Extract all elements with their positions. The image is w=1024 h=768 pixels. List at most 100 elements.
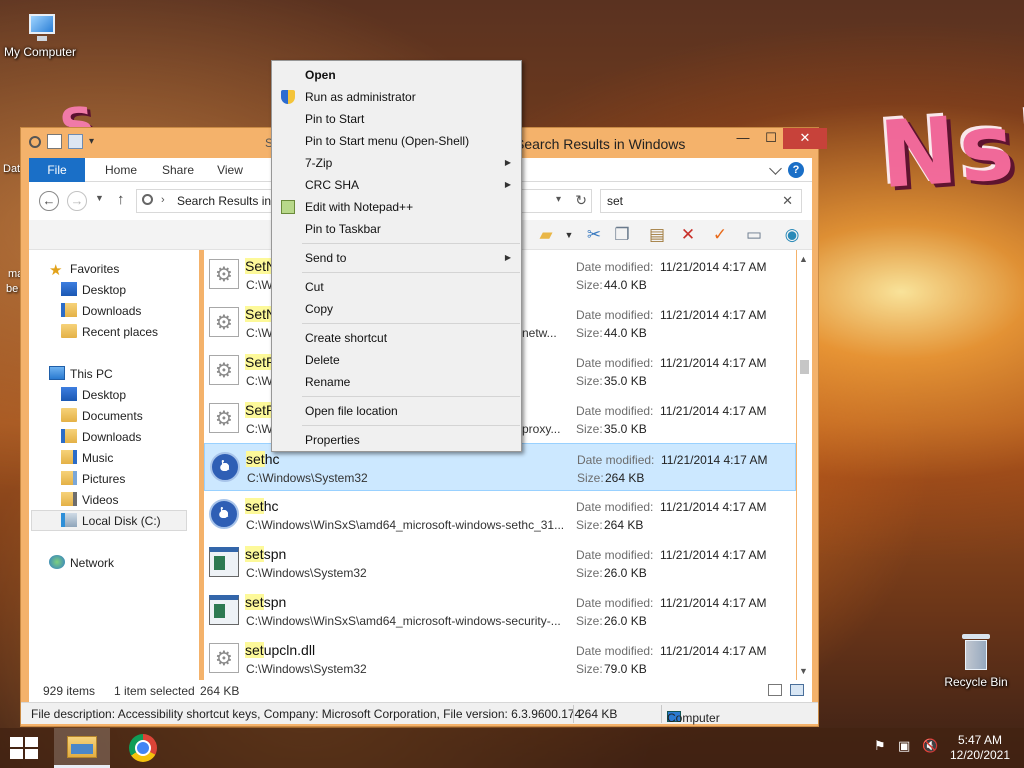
nav-item-documents[interactable]: Documents	[61, 406, 143, 427]
taskbar-chrome[interactable]	[115, 728, 171, 768]
minimize-button[interactable]: —	[729, 128, 757, 149]
tab-file[interactable]: File	[29, 158, 85, 182]
downloads-icon	[61, 303, 77, 317]
nav-favorites[interactable]: ★ Favorites	[49, 259, 119, 280]
size-label: Size:	[576, 326, 603, 340]
nav-this-pc[interactable]: This PC	[49, 364, 113, 385]
nav-item-videos[interactable]: Videos	[61, 490, 118, 511]
menu-item-edit-with-notepad[interactable]: Edit with Notepad++	[274, 196, 519, 218]
cut-icon[interactable]: ✂	[584, 225, 604, 245]
folder-icon[interactable]: ▰	[536, 225, 556, 245]
nav-item-music[interactable]: Music	[61, 448, 113, 469]
context-menu: Open Run as administrator Pin to Start Pin …	[271, 60, 522, 452]
nav-item-local-disk[interactable]: Local Disk (C:)	[31, 510, 187, 531]
tab-home[interactable]: Home	[95, 158, 147, 182]
start-button[interactable]	[10, 737, 40, 761]
refresh-icon[interactable]: ↻	[575, 192, 587, 209]
menu-item-copy[interactable]: Copy	[274, 298, 519, 320]
menu-item-properties[interactable]: Properties	[274, 429, 519, 451]
menu-item-run-as-administrator[interactable]: Run as administrator	[274, 86, 519, 108]
up-button[interactable]: ↑	[117, 191, 125, 208]
tab-share[interactable]: Share	[153, 158, 203, 182]
nav-item-desktop[interactable]: Desktop	[61, 280, 126, 301]
paste-icon[interactable]: ▤	[647, 225, 667, 245]
vertical-scrollbar[interactable]: ▲ ▼	[797, 250, 812, 680]
nav-item-desktop[interactable]: Desktop	[61, 385, 126, 406]
file-path: C:\W	[246, 422, 273, 436]
menu-item-pin-to-start[interactable]: Pin to Start	[274, 108, 519, 130]
scroll-thumb[interactable]	[800, 360, 809, 374]
forward-button[interactable]: →	[67, 191, 87, 211]
nav-item-pictures[interactable]: Pictures	[61, 469, 125, 490]
menu-item-delete[interactable]: Delete	[274, 349, 519, 371]
copy-icon[interactable]: ❐	[612, 225, 632, 245]
search-highlight: set	[245, 642, 264, 658]
documents-icon	[61, 408, 77, 422]
search-icon[interactable]	[29, 135, 41, 148]
nav-network[interactable]: Network	[49, 553, 114, 574]
recent-locations-icon[interactable]: ▼	[95, 193, 104, 203]
delete-icon[interactable]: ✕	[678, 225, 698, 245]
action-center-flag-icon[interactable]: ⚑	[874, 738, 886, 754]
menu-item-crc-sha[interactable]: CRC SHA ▶	[274, 174, 519, 196]
menu-item-pin-to-taskbar[interactable]: Pin to Taskbar	[274, 218, 519, 240]
volume-muted-icon[interactable]: 🔇	[922, 738, 938, 754]
properties-icon[interactable]	[47, 134, 62, 149]
search-highlight: set	[245, 594, 264, 610]
dropdown-icon[interactable]: ▼	[559, 225, 579, 245]
menu-item-label: Open	[305, 68, 336, 82]
qat-dropdown-icon[interactable]: ▾	[89, 134, 99, 149]
menu-item-send-to[interactable]: Send to ▶	[274, 247, 519, 269]
menu-item-create-shortcut[interactable]: Create shortcut	[274, 327, 519, 349]
scroll-down-icon[interactable]: ▼	[799, 666, 808, 676]
menu-item-label: Rename	[305, 375, 351, 389]
tab-view[interactable]: View	[209, 158, 251, 182]
nav-item-downloads[interactable]: Downloads	[61, 301, 141, 322]
clear-search-icon[interactable]: ✕	[782, 193, 793, 209]
ribbon-expand-icon[interactable]	[769, 161, 782, 175]
file-name-rest: upcln.dll	[263, 642, 316, 658]
close-button[interactable]: ✕	[783, 128, 827, 149]
details-bar: File description: Accessibility shortcut…	[21, 702, 818, 725]
new-folder-icon[interactable]	[68, 134, 83, 149]
checkmark-icon[interactable]: ✓	[710, 225, 730, 245]
globe-icon[interactable]: ◉	[782, 225, 802, 245]
network-status-icon[interactable]: ▣	[898, 738, 910, 754]
help-icon[interactable]: ?	[788, 162, 804, 178]
desktop-icon-recycle-bin[interactable]: Recycle Bin	[936, 632, 1016, 689]
date-modified-value: 11/21/2014 4:17 AM	[660, 596, 767, 610]
menu-separator	[302, 425, 520, 426]
desktop-icon-my-computer[interactable]: My Computer	[0, 12, 80, 59]
back-button[interactable]: ←	[39, 191, 59, 211]
rename-icon[interactable]: ▭	[744, 225, 764, 245]
taskbar-file-explorer[interactable]	[54, 728, 110, 768]
nav-item-recent-places[interactable]: Recent places	[61, 322, 158, 343]
menu-item-label: Edit with Notepad++	[305, 200, 414, 214]
date-modified-value: 11/21/2014 4:17 AM	[660, 644, 767, 658]
large-icons-view-icon[interactable]	[790, 684, 804, 696]
menu-item-pin-to-start-menu-open-shell[interactable]: Pin to Start menu (Open-Shell)	[274, 130, 519, 152]
menu-item-7-zip[interactable]: 7-Zip ▶	[274, 152, 519, 174]
menu-item-label: Delete	[305, 353, 340, 367]
file-row[interactable]: setupcln.dll C:\Windows\System32 Date modi…	[204, 635, 796, 680]
scroll-up-icon[interactable]: ▲	[799, 254, 808, 264]
maximize-button[interactable]: ☐	[757, 128, 785, 149]
file-row[interactable]: setspn C:\Windows\System32 Date modified: S…	[204, 539, 796, 587]
nav-item-downloads[interactable]: Downloads	[61, 427, 141, 448]
status-bar: 929 items 1 item selected 264 KB	[29, 680, 812, 702]
size-label: Size:	[576, 566, 603, 580]
menu-item-open-file-location[interactable]: Open file location	[274, 400, 519, 422]
menu-item-rename[interactable]: Rename	[274, 371, 519, 393]
file-row[interactable]: sethc C:\Windows\WinSxS\amd64_microsoft-w…	[204, 491, 796, 539]
file-row[interactable]: setspn C:\Windows\WinSxS\amd64_microsoft-…	[204, 587, 796, 635]
search-input[interactable]: set ✕	[600, 189, 802, 213]
clock-date: 12/20/2021	[949, 748, 1011, 762]
nav-label: Downloads	[82, 430, 142, 444]
menu-item-open[interactable]: Open	[274, 64, 519, 86]
desktop-icon-label: My Computer	[3, 45, 77, 59]
address-dropdown-icon[interactable]: ▾	[556, 194, 561, 205]
menu-item-cut[interactable]: Cut	[274, 276, 519, 298]
uac-shield-icon	[281, 90, 295, 104]
details-view-icon[interactable]	[768, 684, 782, 696]
system-clock[interactable]: 5:47 AM 12/20/2021	[944, 733, 1016, 763]
